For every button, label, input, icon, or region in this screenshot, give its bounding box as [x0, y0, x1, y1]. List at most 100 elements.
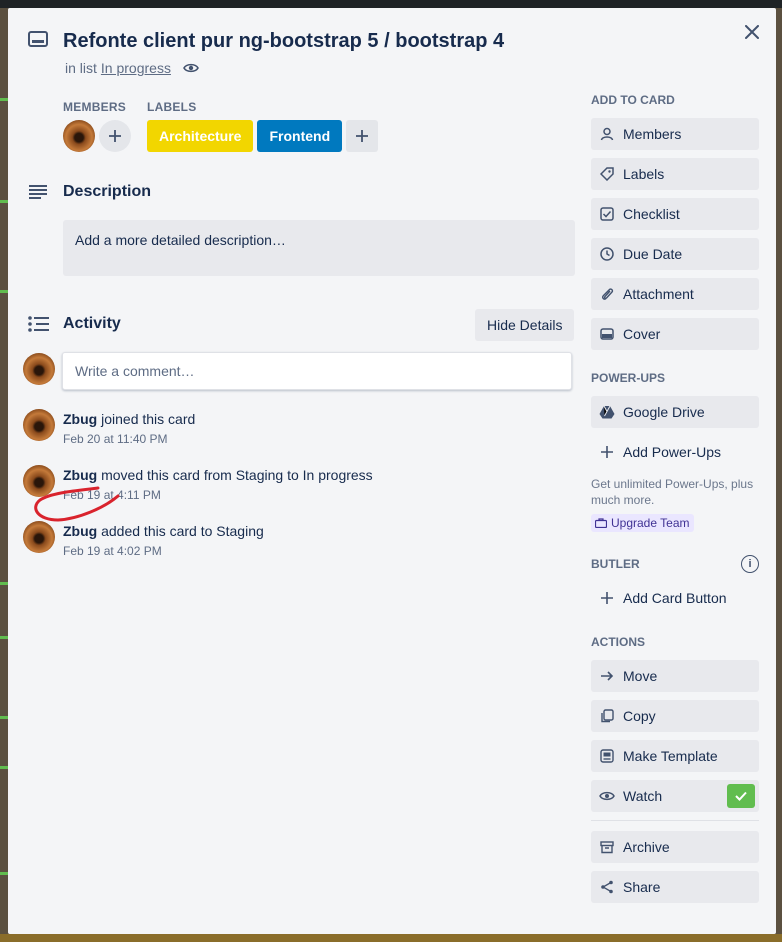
move-button[interactable]: Move	[591, 660, 759, 692]
briefcase-icon	[595, 518, 607, 528]
labels-label: LABELS	[147, 100, 197, 114]
plus-icon	[599, 590, 615, 606]
clock-icon	[599, 246, 615, 262]
share-button[interactable]: Share	[591, 871, 759, 903]
card-title[interactable]: Refonte client pur ng-bootstrap 5 / boot…	[63, 28, 504, 54]
eye-icon	[599, 788, 615, 804]
add-to-card-label: ADD TO CARD	[591, 93, 675, 107]
attachment-button-label: Attachment	[623, 286, 694, 302]
watch-label: Watch	[623, 788, 663, 804]
attachment-button[interactable]: Attachment	[591, 278, 759, 310]
add-member-button[interactable]	[99, 120, 131, 152]
cover-button-label: Cover	[623, 326, 661, 342]
activity-timestamp[interactable]: Feb 20 at 11:40 PM	[63, 432, 168, 446]
template-icon	[599, 748, 615, 764]
description-icon	[29, 185, 47, 199]
copy-icon	[599, 708, 615, 724]
actions-label: ACTIONS	[591, 635, 645, 649]
card-sidebar: ADD TO CARD Members Labels Checklist Due…	[591, 90, 759, 911]
members-button-label: Members	[623, 126, 682, 142]
activity-avatar[interactable]	[23, 409, 55, 441]
upgrade-team-label: Upgrade Team	[611, 516, 690, 530]
add-card-button-label: Add Card Button	[623, 590, 727, 606]
description-header: Description	[28, 183, 151, 200]
paperclip-icon	[599, 286, 615, 302]
add-card-button-button[interactable]: Add Card Button	[591, 582, 759, 614]
archive-icon	[599, 839, 615, 855]
archive-button[interactable]: Archive	[591, 831, 759, 863]
comment-input[interactable]	[62, 352, 572, 390]
activity-timestamp[interactable]: Feb 19 at 4:02 PM	[63, 544, 162, 558]
card-list-info: in list In progress	[65, 60, 199, 76]
butler-label: BUTLER	[591, 557, 640, 571]
activity-header: Activity	[28, 315, 121, 332]
cover-button[interactable]: Cover	[591, 318, 759, 350]
share-label: Share	[623, 879, 661, 895]
label-architecture[interactable]: Architecture	[147, 120, 254, 152]
activity-action: moved this card from Staging to In progr…	[101, 467, 373, 483]
members-button[interactable]: Members	[591, 118, 759, 150]
activity-line: Zbug moved this card from Staging to In …	[63, 467, 373, 483]
card-icon	[28, 30, 48, 51]
board-header-strip	[0, 0, 782, 8]
due-date-button[interactable]: Due Date	[591, 238, 759, 270]
google-drive-icon	[599, 404, 615, 420]
check-icon	[727, 784, 755, 808]
card-detail-modal: Refonte client pur ng-bootstrap 5 / boot…	[8, 8, 776, 934]
due-date-button-label: Due Date	[623, 246, 683, 262]
description-field[interactable]: Add a more detailed description…	[63, 220, 575, 276]
card-main-column: Refonte client pur ng-bootstrap 5 / boot…	[8, 8, 588, 934]
members-section: MEMBERS	[63, 100, 131, 152]
make-template-label: Make Template	[623, 748, 718, 764]
google-drive-label: Google Drive	[623, 404, 705, 420]
person-icon	[599, 126, 615, 142]
arrow-right-icon	[599, 668, 615, 684]
add-label-button[interactable]	[346, 120, 379, 152]
checklist-button-label: Checklist	[623, 206, 680, 222]
actions-divider	[591, 820, 759, 821]
activity-line: Zbug joined this card	[63, 411, 195, 427]
activity-icon	[28, 316, 49, 332]
labels-button[interactable]: Labels	[591, 158, 759, 190]
in-list-prefix: in list	[65, 60, 97, 76]
list-link[interactable]: In progress	[101, 60, 171, 76]
board-footer-strip	[0, 934, 782, 942]
activity-user[interactable]: Zbug	[63, 467, 97, 483]
power-ups-upsell: Get unlimited Power-Ups, plus much more.	[591, 477, 754, 507]
labels-section: LABELS Architecture Frontend	[147, 100, 379, 152]
label-frontend[interactable]: Frontend	[257, 120, 343, 152]
members-label: MEMBERS	[63, 100, 127, 114]
copy-label: Copy	[623, 708, 656, 724]
close-icon	[745, 25, 759, 39]
plus-icon	[109, 130, 121, 142]
share-icon	[599, 879, 615, 895]
close-button[interactable]	[742, 22, 762, 42]
plus-icon	[599, 444, 615, 460]
power-ups-label: POWER-UPS	[591, 371, 666, 385]
watch-button[interactable]: Watch	[591, 780, 759, 812]
activity-title: Activity	[63, 315, 121, 332]
upgrade-team-button[interactable]: Upgrade Team	[591, 514, 694, 532]
add-power-ups-button[interactable]: Add Power-Ups	[591, 436, 759, 468]
plus-icon	[356, 130, 369, 142]
move-label: Move	[623, 668, 658, 684]
hide-details-button[interactable]: Hide Details	[475, 309, 575, 341]
checklist-button[interactable]: Checklist	[591, 198, 759, 230]
add-power-ups-label: Add Power-Ups	[623, 444, 722, 460]
info-icon[interactable]: i	[741, 555, 759, 573]
red-annotation-mark	[34, 486, 120, 522]
watching-eye-icon	[183, 62, 199, 74]
member-avatar[interactable]	[63, 120, 95, 152]
copy-button[interactable]: Copy	[591, 700, 759, 732]
make-template-button[interactable]: Make Template	[591, 740, 759, 772]
archive-label: Archive	[623, 839, 670, 855]
tag-icon	[599, 166, 615, 182]
labels-button-label: Labels	[623, 166, 665, 182]
activity-action: joined this card	[101, 411, 196, 427]
butler-header: BUTLER i	[591, 554, 759, 574]
checkbox-icon	[599, 206, 615, 222]
current-user-avatar	[23, 353, 55, 385]
activity-user[interactable]: Zbug	[63, 411, 97, 427]
description-title: Description	[63, 183, 152, 200]
google-drive-button[interactable]: Google Drive	[591, 396, 759, 428]
